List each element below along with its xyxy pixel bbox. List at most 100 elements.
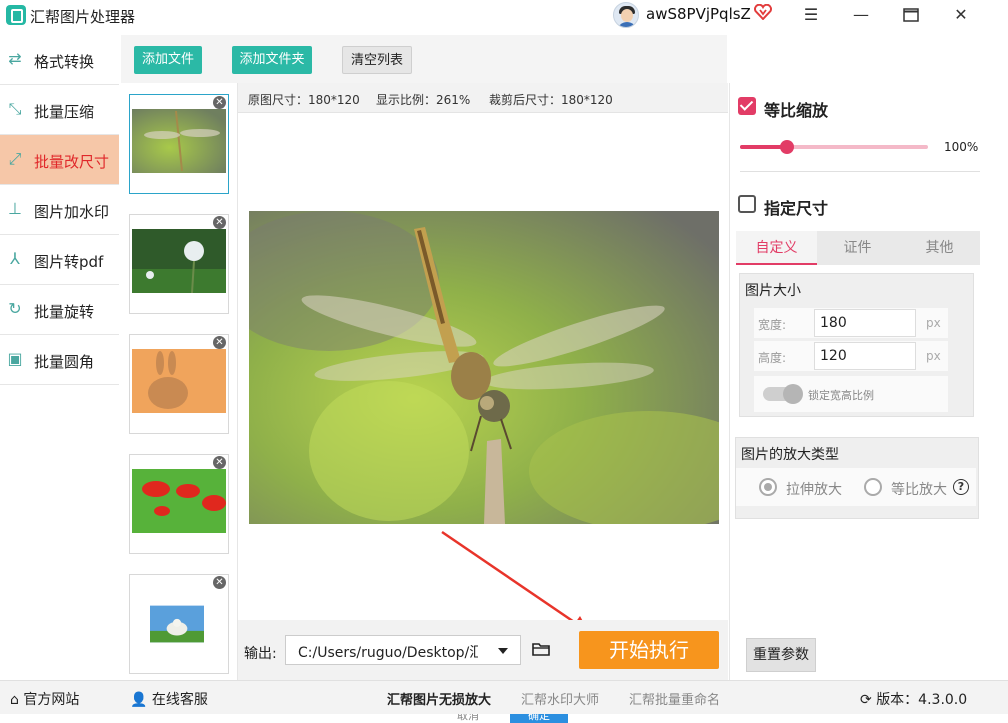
width-input[interactable]: 180 [814,309,916,337]
specify-size-checkbox[interactable] [738,195,756,213]
tab-other[interactable]: 其他 [899,231,980,265]
bottom-strip [0,714,1008,723]
sidebar-item-label: 格式转换 [34,53,95,71]
confirm-button[interactable]: 确定 [510,714,568,723]
website-label: 官方网站 [23,692,80,708]
scale-value: 100% [944,140,979,154]
sidebar-item-label: 图片加水印 [34,203,110,221]
enlarge-options-row: 拉伸放大 等比放大 ? [736,468,976,506]
maximize-icon[interactable] [896,2,926,28]
proportional-enlarge-radio[interactable] [864,478,882,496]
add-file-button[interactable]: 添加文件 [134,46,202,74]
folder-icon[interactable] [532,642,550,656]
divider [740,171,980,172]
thumbnail-image [132,109,226,173]
proportional-scale-checkbox[interactable] [738,97,756,115]
width-label: 宽度: [758,318,787,332]
cancel-button[interactable]: 取消 [440,714,496,723]
output-path-value: C:/Users/ruguo/Desktop/汇帮 [298,645,478,661]
avatar[interactable] [613,2,639,28]
thumbnail-image [132,469,226,533]
remove-thumbnail-icon[interactable]: ✕ [213,216,226,229]
thumbnail-red-flowers[interactable]: ✕ [129,454,229,554]
size-tabs: 自定义 证件 其他 [736,231,980,265]
resize-icon: ⤢ [8,149,22,168]
toolbar [121,35,727,83]
app-title: 汇帮图片处理器 [30,8,136,26]
menu-icon[interactable]: ☰ [796,2,826,28]
sidebar-item-label: 批量圆角 [34,353,95,371]
lock-ratio-toggle[interactable] [763,384,803,404]
height-input[interactable]: 120 [814,342,916,370]
stretch-label: 拉伸放大 [786,482,842,498]
vip-heart-icon[interactable] [754,4,772,20]
lock-ratio-row: 锁定宽高比例 [754,376,948,412]
minimize-icon[interactable]: — [846,2,876,28]
proportional-enlarge-label: 等比放大 [891,482,947,498]
thumbnail-list[interactable]: ✕ ✕ ✕ ✕ ✕ [121,83,238,680]
thumbnail-image [132,349,226,413]
thumbnail-image [150,605,204,643]
output-bar: 输出: C:/Users/ruguo/Desktop/汇帮 开始执行 [238,620,728,680]
scale-slider[interactable] [740,140,928,154]
sidebar: ⇄ 格式转换 ⤡ 批量压缩 ⤢ 批量改尺寸 ⊥ 图片加水印 ⅄ 图片转pdf ↻… [0,35,119,385]
sidebar-item-format-convert[interactable]: ⇄ 格式转换 [0,35,119,85]
output-path-select[interactable]: C:/Users/ruguo/Desktop/汇帮 [285,635,521,665]
tab-custom[interactable]: 自定义 [736,231,817,265]
sidebar-item-watermark[interactable]: ⊥ 图片加水印 [0,185,119,235]
help-icon[interactable]: ? [953,479,969,495]
display-ratio: 显示比例：261% [376,93,471,107]
version-info: ⟳ 版本：4.3.0.0 [860,689,967,709]
settings-panel: 等比缩放 100% 指定尺寸 自定义 证件 其他 图片大小 宽度: 180 px… [729,83,1008,680]
website-link[interactable]: ⌂ 官方网站 [10,689,79,709]
sidebar-item-rotate[interactable]: ↻ 批量旋转 [0,285,119,335]
reset-button[interactable]: 重置参数 [746,638,816,672]
username[interactable]: awS8PVjPqlsZ [646,5,751,23]
link-batch-rename[interactable]: 汇帮批量重命名 [629,689,720,708]
add-folder-button[interactable]: 添加文件夹 [232,46,312,74]
sidebar-item-compress[interactable]: ⤡ 批量压缩 [0,85,119,135]
start-button[interactable]: 开始执行 [579,631,719,669]
link-watermark-master[interactable]: 汇帮水印大师 [521,689,599,708]
width-row: 宽度: 180 px [754,308,948,338]
compress-icon: ⤡ [8,99,22,118]
width-unit: px [926,316,941,330]
support-link[interactable]: 👤 在线客服 [130,689,208,709]
home-icon: ⌂ [10,692,19,708]
tab-id-photo[interactable]: 证件 [817,231,898,265]
thumbnail-sheep[interactable]: ✕ [129,574,229,674]
rotate-icon: ↻ [8,299,22,318]
thumbnail-rabbit[interactable]: ✕ [129,334,229,434]
pdf-icon: ⅄ [10,249,20,268]
proportional-scale-label: 等比缩放 [764,101,829,120]
clear-list-button[interactable]: 清空列表 [342,46,412,74]
watermark-icon: ⊥ [8,199,22,218]
sidebar-item-to-pdf[interactable]: ⅄ 图片转pdf [0,235,119,285]
cropped-size: 裁剪后尺寸：180*120 [489,93,613,107]
thumbnail-image [132,229,226,293]
scale-slider-handle[interactable] [780,140,794,154]
thumbnail-dragonfly[interactable]: ✕ [129,94,229,194]
sidebar-item-resize[interactable]: ⤢ 批量改尺寸 [0,135,119,185]
preview-image [249,211,719,524]
enlarge-type-title: 图片的放大类型 [741,447,839,463]
height-label: 高度: [758,351,787,365]
thumbnail-dandelion[interactable]: ✕ [129,214,229,314]
enlarge-type-group: 图片的放大类型 拉伸放大 等比放大 ? [735,437,979,519]
sidebar-item-label: 图片转pdf [34,253,104,271]
remove-thumbnail-icon[interactable]: ✕ [213,456,226,469]
specify-size-label: 指定尺寸 [764,199,829,218]
sidebar-item-rounded-corner[interactable]: ▣ 批量圆角 [0,335,119,385]
support-label: 在线客服 [151,692,208,708]
sidebar-item-label: 批量改尺寸 [34,153,110,171]
refresh-icon[interactable]: ⟳ [860,692,872,708]
remove-thumbnail-icon[interactable]: ✕ [213,96,226,109]
remove-thumbnail-icon[interactable]: ✕ [213,576,226,589]
sidebar-item-label: 批量压缩 [34,103,95,121]
stretch-radio[interactable] [759,478,777,496]
close-icon[interactable]: ✕ [946,2,976,28]
remove-thumbnail-icon[interactable]: ✕ [213,336,226,349]
chevron-down-icon [498,648,508,654]
title-bar: 汇帮图片处理器 awS8PVjPqlsZ ☰ — ✕ [0,0,1008,32]
link-lossless-enlarge[interactable]: 汇帮图片无损放大 [387,689,491,708]
